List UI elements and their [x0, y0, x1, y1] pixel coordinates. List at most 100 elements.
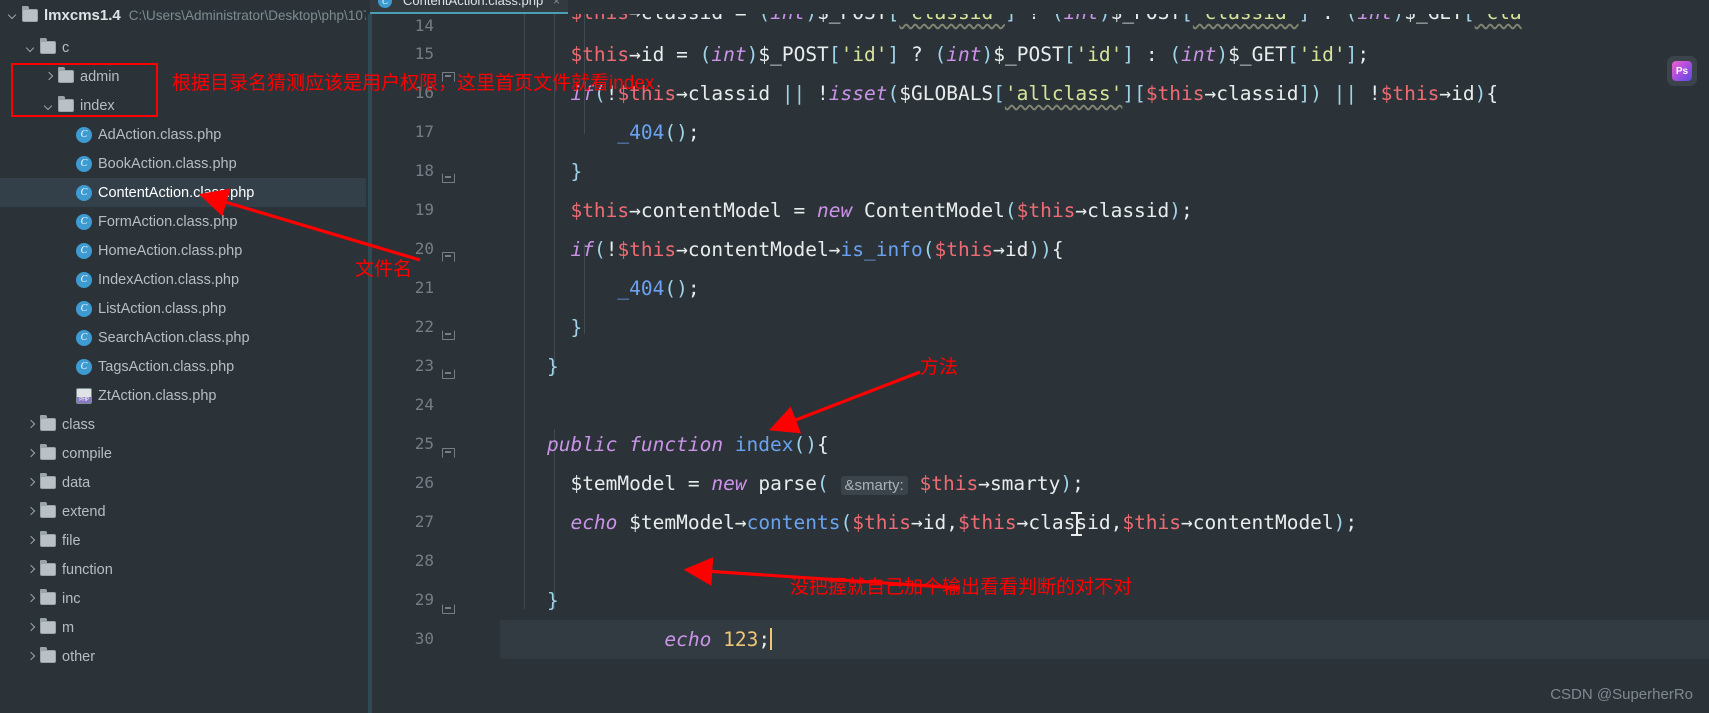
project-root-path: C:\Users\Administrator\Desktop\php\107\l…	[128, 7, 366, 23]
project-root-row[interactable]: lmxcms1.4 C:\Users\Administrator\Desktop…	[0, 0, 366, 30]
folder-icon	[58, 96, 74, 112]
code-line-20: if(!$this→contentModel→is_info($this→id)…	[570, 238, 1064, 261]
chevron-right-icon[interactable]	[24, 621, 38, 635]
tree-item-index[interactable]: index	[0, 91, 366, 120]
tree-item-label: SearchAction.class.php	[98, 329, 250, 346]
chevron-right-icon[interactable]	[42, 70, 56, 84]
no-chevron-spacer	[60, 157, 74, 171]
line-number: 19	[414, 200, 434, 219]
tree-item-function[interactable]: function	[0, 555, 366, 584]
folder-icon	[22, 5, 38, 22]
anno-method: 方法	[920, 357, 959, 378]
tree-item-formaction-class-php[interactable]: C FormAction.class.php	[0, 207, 366, 236]
folder-icon	[40, 647, 56, 663]
photoshop-badge-icon[interactable]: Ps	[1667, 56, 1697, 86]
tree-item-label: FormAction.class.php	[98, 213, 238, 230]
ps-glyph: Ps	[1672, 61, 1692, 81]
tree-item-listaction-class-php[interactable]: C ListAction.class.php	[0, 294, 366, 323]
code-line-29: }	[546, 589, 559, 612]
code-line-27: echo $temModel→contents($this→id,$this→c…	[570, 511, 1358, 534]
folder-icon	[40, 38, 56, 54]
code-editor[interactable]: C ContentAction.class.php × 14 15 16 17 18 19…	[366, 0, 1709, 713]
tree-item-tagsaction-class-php[interactable]: C TagsAction.class.php	[0, 352, 366, 381]
tree-item-file[interactable]: file	[0, 526, 366, 555]
code-line-18: }	[570, 160, 583, 183]
chevron-right-icon[interactable]	[24, 592, 38, 606]
folder-icon	[40, 618, 56, 634]
fold-marker-23[interactable]	[442, 369, 455, 382]
chevron-right-icon[interactable]	[24, 650, 38, 664]
php-class-icon: C	[76, 126, 92, 143]
tree-item-homeaction-class-php[interactable]: C HomeAction.class.php	[0, 236, 366, 265]
tree-item-data[interactable]: data	[0, 468, 366, 497]
tree-item-label: compile	[62, 445, 112, 462]
folder-icon	[40, 415, 56, 431]
tree-item-label: function	[62, 561, 113, 578]
line-number: 24	[414, 395, 434, 414]
tree-item-other[interactable]: other	[0, 642, 366, 671]
tree-item-compile[interactable]: compile	[0, 439, 366, 468]
code-line-26: $temModel = new parse( &smarty: $this→sm…	[570, 472, 1084, 495]
chevron-right-icon[interactable]	[24, 534, 38, 548]
fold-marker-18[interactable]	[442, 173, 455, 186]
code-line-25: public function index(){	[546, 433, 829, 456]
no-chevron-spacer	[60, 128, 74, 142]
code-line-14: $this→classid = (int)$_POST['classid'] ?…	[500, 14, 1521, 32]
php-class-icon: C	[76, 155, 92, 172]
folder-icon	[40, 473, 56, 489]
code-line-21: _404();	[617, 277, 700, 300]
tree-item-m[interactable]: m	[0, 613, 366, 642]
folder-icon	[40, 502, 56, 518]
line-number: 14	[414, 16, 434, 35]
line-number: 17	[414, 122, 434, 141]
php-class-icon: C	[76, 358, 92, 375]
editor-gutter[interactable]: 14 15 16 17 18 19 20 21 22 23 24 25 26 27 28 29 30	[366, 14, 500, 713]
tree-item-label: IndexAction.class.php	[98, 271, 240, 288]
chevron-down-icon[interactable]	[6, 8, 20, 22]
chevron-down-icon[interactable]	[24, 41, 38, 55]
tree-item-ztaction-class-php[interactable]: ZtAction.class.php	[0, 381, 366, 410]
tree-item-contentaction-class-php[interactable]: C ContentAction.class.php	[0, 178, 366, 207]
chevron-right-icon[interactable]	[24, 505, 38, 519]
line-number: 18	[414, 161, 434, 180]
text-caret	[770, 628, 773, 650]
code-line-28: echo 123;	[500, 542, 1709, 659]
php-file-icon	[76, 387, 92, 404]
chevron-right-icon[interactable]	[24, 418, 38, 432]
chevron-down-icon[interactable]	[42, 99, 56, 113]
line-number: 30	[414, 629, 434, 648]
tree-item-indexaction-class-php[interactable]: C IndexAction.class.php	[0, 265, 366, 294]
tree-item-c[interactable]: c	[0, 33, 366, 62]
fold-marker-29[interactable]	[442, 604, 455, 617]
tree-item-label: class	[62, 416, 96, 433]
chevron-right-icon[interactable]	[24, 563, 38, 577]
line-number: 15	[414, 44, 434, 63]
close-icon[interactable]: ×	[553, 0, 560, 8]
tree-item-label: admin	[80, 68, 120, 85]
chevron-right-icon[interactable]	[24, 447, 38, 461]
tree-item-label: ContentAction.class.php	[98, 184, 255, 201]
tree-item-adaction-class-php[interactable]: C AdAction.class.php	[0, 120, 366, 149]
code-line-22: }	[570, 316, 583, 339]
tree-item-inc[interactable]: inc	[0, 584, 366, 613]
project-tree-panel[interactable]: lmxcms1.4 C:\Users\Administrator\Desktop…	[0, 0, 366, 713]
code-text-area[interactable]: $this→classid = (int)$_POST['classid'] ?…	[500, 14, 1709, 713]
no-chevron-spacer	[60, 302, 74, 316]
line-number: 22	[414, 317, 434, 336]
fold-marker-22[interactable]	[442, 330, 455, 343]
tree-item-searchaction-class-php[interactable]: C SearchAction.class.php	[0, 323, 366, 352]
tree-item-bookaction-class-php[interactable]: C BookAction.class.php	[0, 149, 366, 178]
chevron-right-icon[interactable]	[24, 476, 38, 490]
tree-item-extend[interactable]: extend	[0, 497, 366, 526]
fold-marker-25[interactable]	[442, 448, 455, 461]
line-number: 26	[414, 473, 434, 492]
tree-item-class[interactable]: class	[0, 410, 366, 439]
tab-contentaction-class-php[interactable]: C ContentAction.class.php ×	[370, 0, 568, 14]
anno-echo: 没把握就自己加个输出看看判断的对不对	[790, 577, 1133, 598]
editor-tab-strip[interactable]: C ContentAction.class.php ×	[366, 0, 1709, 14]
line-number: 25	[414, 434, 434, 453]
tree-item-label: ListAction.class.php	[98, 300, 227, 317]
no-chevron-spacer	[60, 331, 74, 345]
fold-marker-20[interactable]	[442, 252, 455, 265]
php-class-icon: C	[378, 0, 392, 8]
